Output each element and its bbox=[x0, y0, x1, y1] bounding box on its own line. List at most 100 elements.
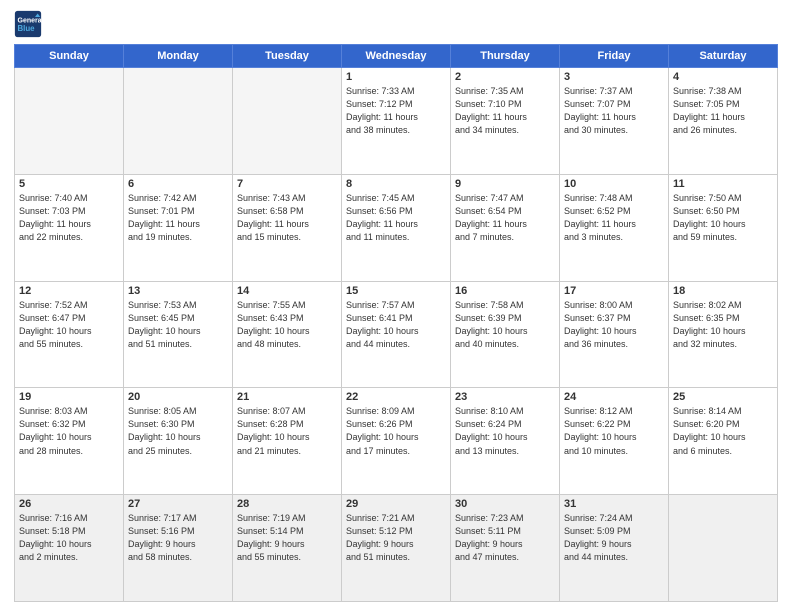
day-info: Sunrise: 8:03 AM Sunset: 6:32 PM Dayligh… bbox=[19, 405, 119, 457]
day-info: Sunrise: 7:24 AM Sunset: 5:09 PM Dayligh… bbox=[564, 512, 664, 564]
calendar-cell: 31 Sunrise: 7:24 AM Sunset: 5:09 PM Dayli… bbox=[560, 495, 669, 602]
day-info: Sunrise: 7:33 AM Sunset: 7:12 PM Dayligh… bbox=[346, 85, 446, 137]
calendar-cell: 20 Sunrise: 8:05 AM Sunset: 6:30 PM Dayli… bbox=[124, 388, 233, 495]
day-number: 10 bbox=[564, 178, 664, 190]
week-row-2: 5 Sunrise: 7:40 AM Sunset: 7:03 PM Daylig… bbox=[15, 174, 778, 281]
day-number: 1 bbox=[346, 71, 446, 83]
calendar-cell: 13Sunrise: 7:53 AM Sunset: 6:45 PM Dayli… bbox=[124, 281, 233, 388]
week-row-4: 19 Sunrise: 8:03 AM Sunset: 6:32 PM Dayli… bbox=[15, 388, 778, 495]
weekday-header-friday: Friday bbox=[560, 45, 669, 68]
day-info: Sunrise: 7:19 AM Sunset: 5:14 PM Dayligh… bbox=[237, 512, 337, 564]
day-info: Sunrise: 7:17 AM Sunset: 5:16 PM Dayligh… bbox=[128, 512, 228, 564]
calendar-cell: 26 Sunrise: 7:16 AM Sunset: 5:18 PM Dayli… bbox=[15, 495, 124, 602]
day-number: 3 bbox=[564, 71, 664, 83]
day-info: Sunrise: 8:10 AM Sunset: 6:24 PM Dayligh… bbox=[455, 405, 555, 457]
day-number: 27 bbox=[128, 498, 228, 510]
weekday-header-saturday: Saturday bbox=[669, 45, 778, 68]
day-info: Sunrise: 7:42 AM Sunset: 7:01 PM Dayligh… bbox=[128, 192, 228, 244]
calendar-cell: 10 Sunrise: 7:48 AM Sunset: 6:52 PM Dayli… bbox=[560, 174, 669, 281]
day-number: 22 bbox=[346, 391, 446, 403]
day-number: 17 bbox=[564, 285, 664, 297]
calendar-cell: 23 Sunrise: 8:10 AM Sunset: 6:24 PM Dayli… bbox=[451, 388, 560, 495]
weekday-header-row: SundayMondayTuesdayWednesdayThursdayFrid… bbox=[15, 45, 778, 68]
calendar-cell: 3 Sunrise: 7:37 AM Sunset: 7:07 PM Daylig… bbox=[560, 68, 669, 175]
day-info: Sunrise: 7:45 AM Sunset: 6:56 PM Dayligh… bbox=[346, 192, 446, 244]
calendar-cell: 12 Sunrise: 7:52 AM Sunset: 6:47 PM Dayli… bbox=[15, 281, 124, 388]
calendar-cell: 7 Sunrise: 7:43 AM Sunset: 6:58 PM Daylig… bbox=[233, 174, 342, 281]
calendar-cell: 27 Sunrise: 7:17 AM Sunset: 5:16 PM Dayli… bbox=[124, 495, 233, 602]
day-info: Sunrise: 7:37 AM Sunset: 7:07 PM Dayligh… bbox=[564, 85, 664, 137]
weekday-header-sunday: Sunday bbox=[15, 45, 124, 68]
day-info: Sunrise: 7:50 AM Sunset: 6:50 PM Dayligh… bbox=[673, 192, 773, 244]
day-number: 9 bbox=[455, 178, 555, 190]
day-number: 7 bbox=[237, 178, 337, 190]
weekday-header-monday: Monday bbox=[124, 45, 233, 68]
svg-text:Blue: Blue bbox=[18, 24, 36, 33]
day-number: 6 bbox=[128, 178, 228, 190]
day-info: Sunrise: 7:43 AM Sunset: 6:58 PM Dayligh… bbox=[237, 192, 337, 244]
calendar-cell: 25 Sunrise: 8:14 AM Sunset: 6:20 PM Dayli… bbox=[669, 388, 778, 495]
week-row-3: 12 Sunrise: 7:52 AM Sunset: 6:47 PM Dayli… bbox=[15, 281, 778, 388]
day-info: Sunrise: 7:57 AM Sunset: 6:41 PM Dayligh… bbox=[346, 299, 446, 351]
week-row-5: 26 Sunrise: 7:16 AM Sunset: 5:18 PM Dayli… bbox=[15, 495, 778, 602]
day-info: Sunrise: 7:52 AM Sunset: 6:47 PM Dayligh… bbox=[19, 299, 119, 351]
calendar-cell bbox=[124, 68, 233, 175]
day-number: 20 bbox=[128, 391, 228, 403]
day-number: 28 bbox=[237, 498, 337, 510]
day-number: 24 bbox=[564, 391, 664, 403]
day-info: Sunrise: 8:02 AM Sunset: 6:35 PM Dayligh… bbox=[673, 299, 773, 351]
day-number: 30 bbox=[455, 498, 555, 510]
day-number: 12 bbox=[19, 285, 119, 297]
logo-icon: General Blue bbox=[14, 10, 42, 38]
calendar-cell: 5 Sunrise: 7:40 AM Sunset: 7:03 PM Daylig… bbox=[15, 174, 124, 281]
weekday-header-wednesday: Wednesday bbox=[342, 45, 451, 68]
day-number: 5 bbox=[19, 178, 119, 190]
weekday-header-tuesday: Tuesday bbox=[233, 45, 342, 68]
day-info: Sunrise: 8:05 AM Sunset: 6:30 PM Dayligh… bbox=[128, 405, 228, 457]
day-info: Sunrise: 7:35 AM Sunset: 7:10 PM Dayligh… bbox=[455, 85, 555, 137]
day-number: 11 bbox=[673, 178, 773, 190]
calendar-cell: 6 Sunrise: 7:42 AM Sunset: 7:01 PM Daylig… bbox=[124, 174, 233, 281]
calendar-cell: 4Sunrise: 7:38 AM Sunset: 7:05 PM Daylig… bbox=[669, 68, 778, 175]
day-number: 26 bbox=[19, 498, 119, 510]
header: General Blue bbox=[14, 10, 778, 38]
calendar-cell: 16 Sunrise: 7:58 AM Sunset: 6:39 PM Dayli… bbox=[451, 281, 560, 388]
week-row-1: 1 Sunrise: 7:33 AM Sunset: 7:12 PM Daylig… bbox=[15, 68, 778, 175]
day-number: 14 bbox=[237, 285, 337, 297]
day-info: Sunrise: 7:21 AM Sunset: 5:12 PM Dayligh… bbox=[346, 512, 446, 564]
day-number: 18 bbox=[673, 285, 773, 297]
day-number: 31 bbox=[564, 498, 664, 510]
calendar-cell: 14 Sunrise: 7:55 AM Sunset: 6:43 PM Dayli… bbox=[233, 281, 342, 388]
day-number: 16 bbox=[455, 285, 555, 297]
day-number: 25 bbox=[673, 391, 773, 403]
day-info: Sunrise: 8:07 AM Sunset: 6:28 PM Dayligh… bbox=[237, 405, 337, 457]
page: General Blue SundayMondayTuesdayWednesda… bbox=[0, 0, 792, 612]
calendar-cell: 2Sunrise: 7:35 AM Sunset: 7:10 PM Daylig… bbox=[451, 68, 560, 175]
calendar-cell bbox=[233, 68, 342, 175]
day-info: Sunrise: 7:53 AM Sunset: 6:45 PM Dayligh… bbox=[128, 299, 228, 351]
day-number: 21 bbox=[237, 391, 337, 403]
day-info: Sunrise: 7:16 AM Sunset: 5:18 PM Dayligh… bbox=[19, 512, 119, 564]
calendar-cell: 9Sunrise: 7:47 AM Sunset: 6:54 PM Daylig… bbox=[451, 174, 560, 281]
logo: General Blue bbox=[14, 10, 46, 38]
day-number: 19 bbox=[19, 391, 119, 403]
day-number: 29 bbox=[346, 498, 446, 510]
day-info: Sunrise: 8:12 AM Sunset: 6:22 PM Dayligh… bbox=[564, 405, 664, 457]
day-info: Sunrise: 8:09 AM Sunset: 6:26 PM Dayligh… bbox=[346, 405, 446, 457]
calendar-cell: 15 Sunrise: 7:57 AM Sunset: 6:41 PM Dayli… bbox=[342, 281, 451, 388]
calendar-cell: 22 Sunrise: 8:09 AM Sunset: 6:26 PM Dayli… bbox=[342, 388, 451, 495]
calendar-cell: 30 Sunrise: 7:23 AM Sunset: 5:11 PM Dayli… bbox=[451, 495, 560, 602]
calendar-cell: 1 Sunrise: 7:33 AM Sunset: 7:12 PM Daylig… bbox=[342, 68, 451, 175]
day-info: Sunrise: 7:48 AM Sunset: 6:52 PM Dayligh… bbox=[564, 192, 664, 244]
calendar-cell bbox=[15, 68, 124, 175]
calendar-cell: 8Sunrise: 7:45 AM Sunset: 6:56 PM Daylig… bbox=[342, 174, 451, 281]
calendar-table: SundayMondayTuesdayWednesdayThursdayFrid… bbox=[14, 44, 778, 602]
day-number: 23 bbox=[455, 391, 555, 403]
day-info: Sunrise: 8:14 AM Sunset: 6:20 PM Dayligh… bbox=[673, 405, 773, 457]
day-info: Sunrise: 7:38 AM Sunset: 7:05 PM Dayligh… bbox=[673, 85, 773, 137]
day-number: 15 bbox=[346, 285, 446, 297]
day-info: Sunrise: 7:40 AM Sunset: 7:03 PM Dayligh… bbox=[19, 192, 119, 244]
day-info: Sunrise: 7:23 AM Sunset: 5:11 PM Dayligh… bbox=[455, 512, 555, 564]
day-info: Sunrise: 7:58 AM Sunset: 6:39 PM Dayligh… bbox=[455, 299, 555, 351]
day-info: Sunrise: 7:55 AM Sunset: 6:43 PM Dayligh… bbox=[237, 299, 337, 351]
